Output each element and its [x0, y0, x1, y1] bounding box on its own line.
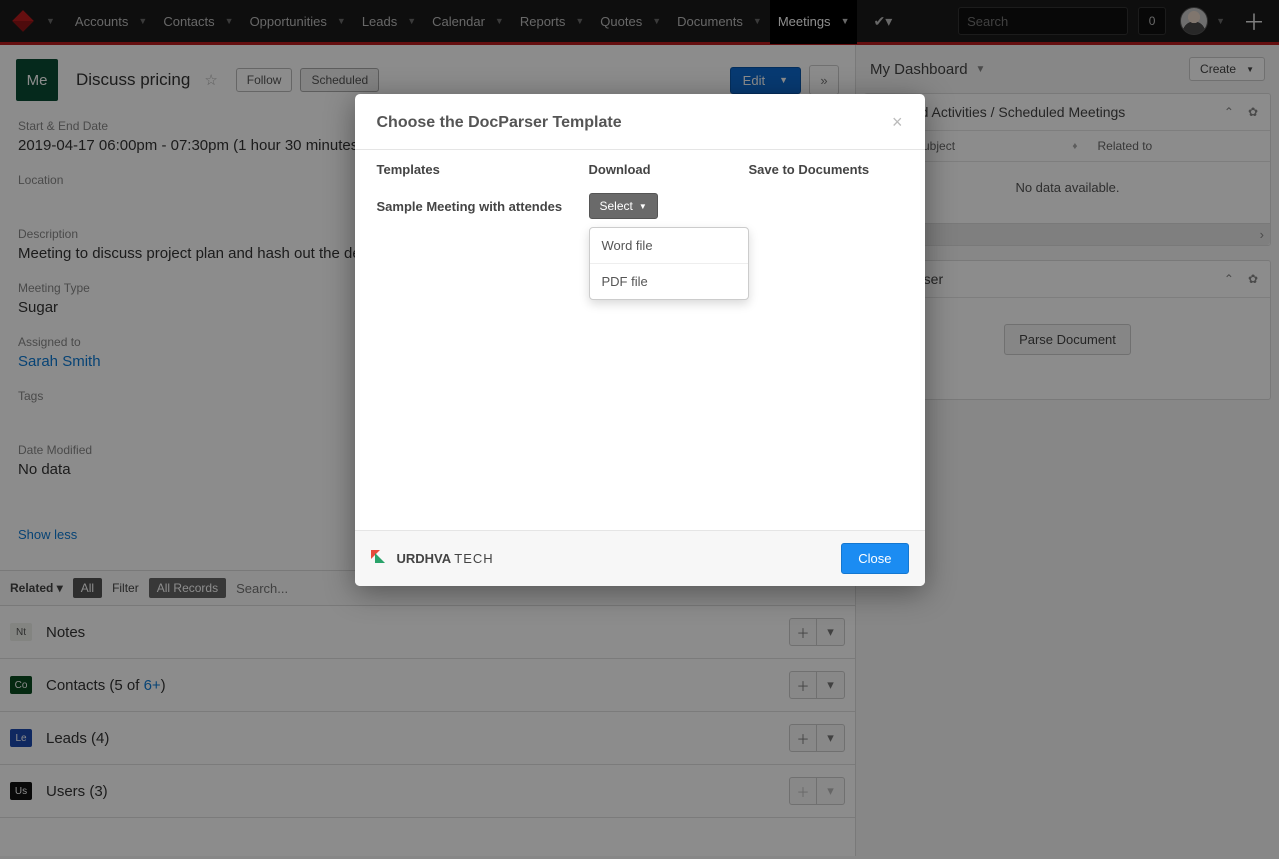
modal-col-download: Download [589, 162, 749, 177]
modal-col-templates: Templates [377, 162, 589, 177]
download-dropdown: Word file PDF file [589, 227, 749, 300]
modal-close-icon[interactable]: × [892, 112, 903, 133]
docparser-modal: Choose the DocParser Template × Template… [355, 94, 925, 586]
modal-backdrop: Choose the DocParser Template × Template… [0, 0, 1279, 859]
modal-close-button[interactable]: Close [841, 543, 908, 574]
vendor-logo-icon [371, 550, 389, 568]
modal-col-save: Save to Documents [749, 162, 903, 177]
select-caret-icon: ▼ [639, 202, 647, 211]
modal-title: Choose the DocParser Template [377, 114, 892, 132]
vendor-brand: URDHVA TECH [371, 550, 494, 568]
dropdown-option-pdf[interactable]: PDF file [590, 263, 748, 299]
select-label: Select [600, 199, 633, 213]
template-row-name: Sample Meeting with attendes [377, 193, 589, 214]
download-select-button[interactable]: Select ▼ [589, 193, 658, 219]
dropdown-option-word[interactable]: Word file [590, 228, 748, 263]
